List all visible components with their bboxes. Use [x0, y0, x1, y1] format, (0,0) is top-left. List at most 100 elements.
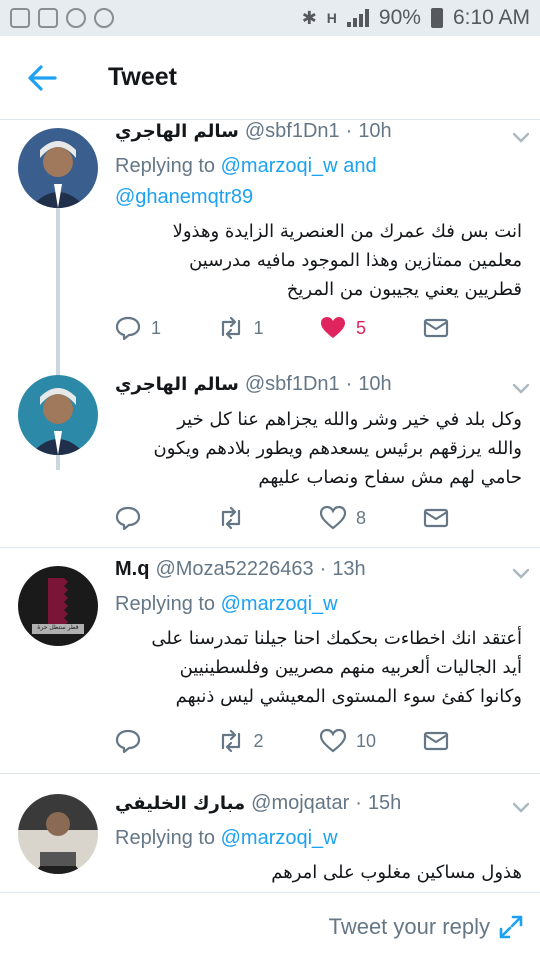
dm-icon	[423, 318, 448, 338]
battery-icon	[430, 8, 443, 28]
tweet-thread[interactable]: سالم الهاجري @sbf1Dn1 · 10h Replying to …	[0, 120, 540, 892]
dm-button[interactable]	[423, 315, 526, 341]
author-name[interactable]: سالم الهاجري	[115, 121, 239, 142]
reply-icon	[115, 729, 141, 754]
expand-icon[interactable]	[498, 914, 524, 940]
mention-link[interactable]: @marzoqi_w	[221, 827, 338, 849]
author-handle[interactable]: @sbf1Dn1	[245, 373, 340, 396]
avatar[interactable]	[18, 375, 98, 455]
tweet-actions: 2 10	[115, 728, 525, 754]
tweet-text: هذول مساكين مغلوب على امرهم	[115, 858, 528, 887]
avatar-caption: قطر ستظل حرة	[37, 624, 79, 631]
author-name[interactable]: سالم الهاجري	[115, 374, 239, 395]
tweet-text: أعتقد انك اخطاءت بحكمك احنا جيلنا تمدرسن…	[115, 624, 528, 711]
dm-icon	[423, 508, 448, 528]
separator-dot: ·	[345, 373, 353, 395]
retweet-icon	[221, 506, 240, 530]
tweet-actions: 1 1 5	[115, 315, 525, 341]
reply-composer-bar[interactable]: Tweet your reply	[0, 892, 540, 960]
notification-icon	[10, 8, 30, 28]
clock: 6:10 AM	[452, 6, 530, 29]
chevron-down-icon[interactable]	[510, 562, 532, 584]
retweet-button[interactable]: 1	[218, 315, 321, 341]
tweet-text-line: وكانوا كفئ سوء المستوى المعيشي ليس ذنبهم	[175, 686, 522, 707]
signal-icon	[346, 9, 369, 27]
mention-link[interactable]: @marzoqi_w	[221, 155, 338, 177]
separator-dot: ·	[355, 792, 362, 814]
chevron-down-icon[interactable]	[510, 126, 532, 148]
tweet-text: وكل بلد في خير وشر والله يجزاهم عنا كل خ…	[115, 405, 528, 492]
reply-icon	[115, 316, 141, 341]
tweet-text-line: انت بس فك عمرك من العنصرية الزايدة وهذول…	[172, 221, 522, 242]
avatar[interactable]	[18, 794, 98, 874]
reply-count: 1	[151, 317, 162, 338]
status-bar: ✱ H 90% 6:10 AM	[0, 0, 540, 36]
dm-button[interactable]	[423, 728, 526, 754]
like-button[interactable]: 8	[320, 505, 423, 531]
tweet-text-line: أعتقد انك اخطاءت بحكمك احنا جيلنا تمدرسن…	[151, 628, 522, 649]
like-count: 5	[356, 317, 367, 338]
replying-to-label: Replying to	[115, 593, 216, 615]
tweet-item[interactable]: قطر ستظل حرة M.q @Moza52226463 · 13h Rep…	[0, 548, 540, 774]
avatar[interactable]	[18, 128, 98, 208]
separator-dot: ·	[319, 558, 327, 580]
separator-dot: ·	[345, 120, 353, 142]
battery-percent: 90%	[378, 6, 421, 29]
reply-input[interactable]: Tweet your reply	[329, 914, 490, 940]
reply-icon	[115, 506, 141, 531]
author-handle[interactable]: @sbf1Dn1	[245, 120, 340, 143]
retweet-count: 1	[253, 317, 264, 338]
dm-icon	[423, 731, 448, 751]
heart-icon	[321, 317, 345, 338]
retweet-count: 2	[253, 730, 264, 751]
chevron-down-icon[interactable]	[510, 796, 532, 818]
tweet-text-line: معلمين ممتازين وهذا الموجود مافيه مدرسين	[189, 250, 522, 271]
tweet-time: 10h	[358, 120, 392, 142]
author-name[interactable]: مبارك الخليفي	[115, 793, 245, 814]
retweet-icon	[221, 729, 240, 753]
tweet-item[interactable]: سالم الهاجري @sbf1Dn1 · 10h وكل بلد في خ…	[0, 365, 540, 548]
mention-link[interactable]: @marzoqi_w	[221, 593, 338, 615]
replying-to: Replying to @marzoqi_w and @ghanemqtr89	[115, 151, 528, 213]
back-arrow-icon	[28, 64, 57, 91]
retweet-button[interactable]: 2	[218, 728, 321, 754]
reply-button[interactable]	[115, 505, 218, 531]
tweet-time: 13h	[332, 558, 366, 580]
tweet-item[interactable]: مبارك الخليفي @mojqatar · 15h Replying t…	[0, 774, 540, 892]
tweet-text-line: قطريين يعني يجيبون من المريخ	[286, 279, 522, 300]
avatar[interactable]: قطر ستظل حرة	[18, 566, 98, 646]
whatsapp-icon	[66, 8, 86, 28]
like-count: 8	[356, 507, 367, 528]
author-handle[interactable]: @mojqatar	[251, 792, 349, 815]
tweet-time: 15h	[367, 792, 402, 814]
replying-to-label: Replying to	[115, 827, 216, 849]
like-button[interactable]: 10	[320, 728, 423, 754]
page-title: Tweet	[108, 63, 177, 91]
reply-button[interactable]	[115, 728, 218, 754]
tweet-text-line: أيد الجاليات ألعربيه منهم مصريين وفلسطين…	[179, 657, 522, 678]
reply-button[interactable]: 1	[115, 315, 218, 341]
phone-icon	[94, 8, 114, 28]
tweet-actions: 8	[115, 505, 525, 531]
heart-icon	[320, 728, 346, 753]
heart-icon	[320, 505, 346, 530]
dm-button[interactable]	[423, 505, 526, 531]
tweet-time: 10h	[358, 373, 392, 395]
retweet-icon	[221, 316, 240, 340]
author-name[interactable]: M.q	[115, 558, 149, 581]
replying-to-label: Replying to	[115, 155, 216, 177]
tweet-text-line: هذول مساكين مغلوب على امرهم	[271, 862, 522, 883]
chevron-down-icon[interactable]	[510, 377, 532, 399]
tweet-text-line: حامي لهم مش سفاح ونصاب عليهم	[258, 467, 522, 488]
tweet-text-line: والله يرزقهم برئيس يسعدهم ويطور بلادهم و…	[153, 438, 523, 459]
tweet-text-line: وكل بلد في خير وشر والله يجزاهم عنا كل خ…	[177, 409, 522, 430]
author-handle[interactable]: @Moza52226463	[155, 558, 313, 581]
tweet-item[interactable]: سالم الهاجري @sbf1Dn1 · 10h Replying to …	[0, 120, 540, 360]
like-count: 10	[356, 730, 377, 751]
reply-joiner: and	[343, 155, 377, 177]
back-button[interactable]	[0, 36, 84, 120]
like-button[interactable]: 5	[320, 315, 423, 341]
mention-link[interactable]: @ghanemqtr89	[115, 186, 253, 208]
replying-to: Replying to @marzoqi_w	[115, 589, 528, 620]
retweet-button[interactable]	[218, 505, 321, 531]
